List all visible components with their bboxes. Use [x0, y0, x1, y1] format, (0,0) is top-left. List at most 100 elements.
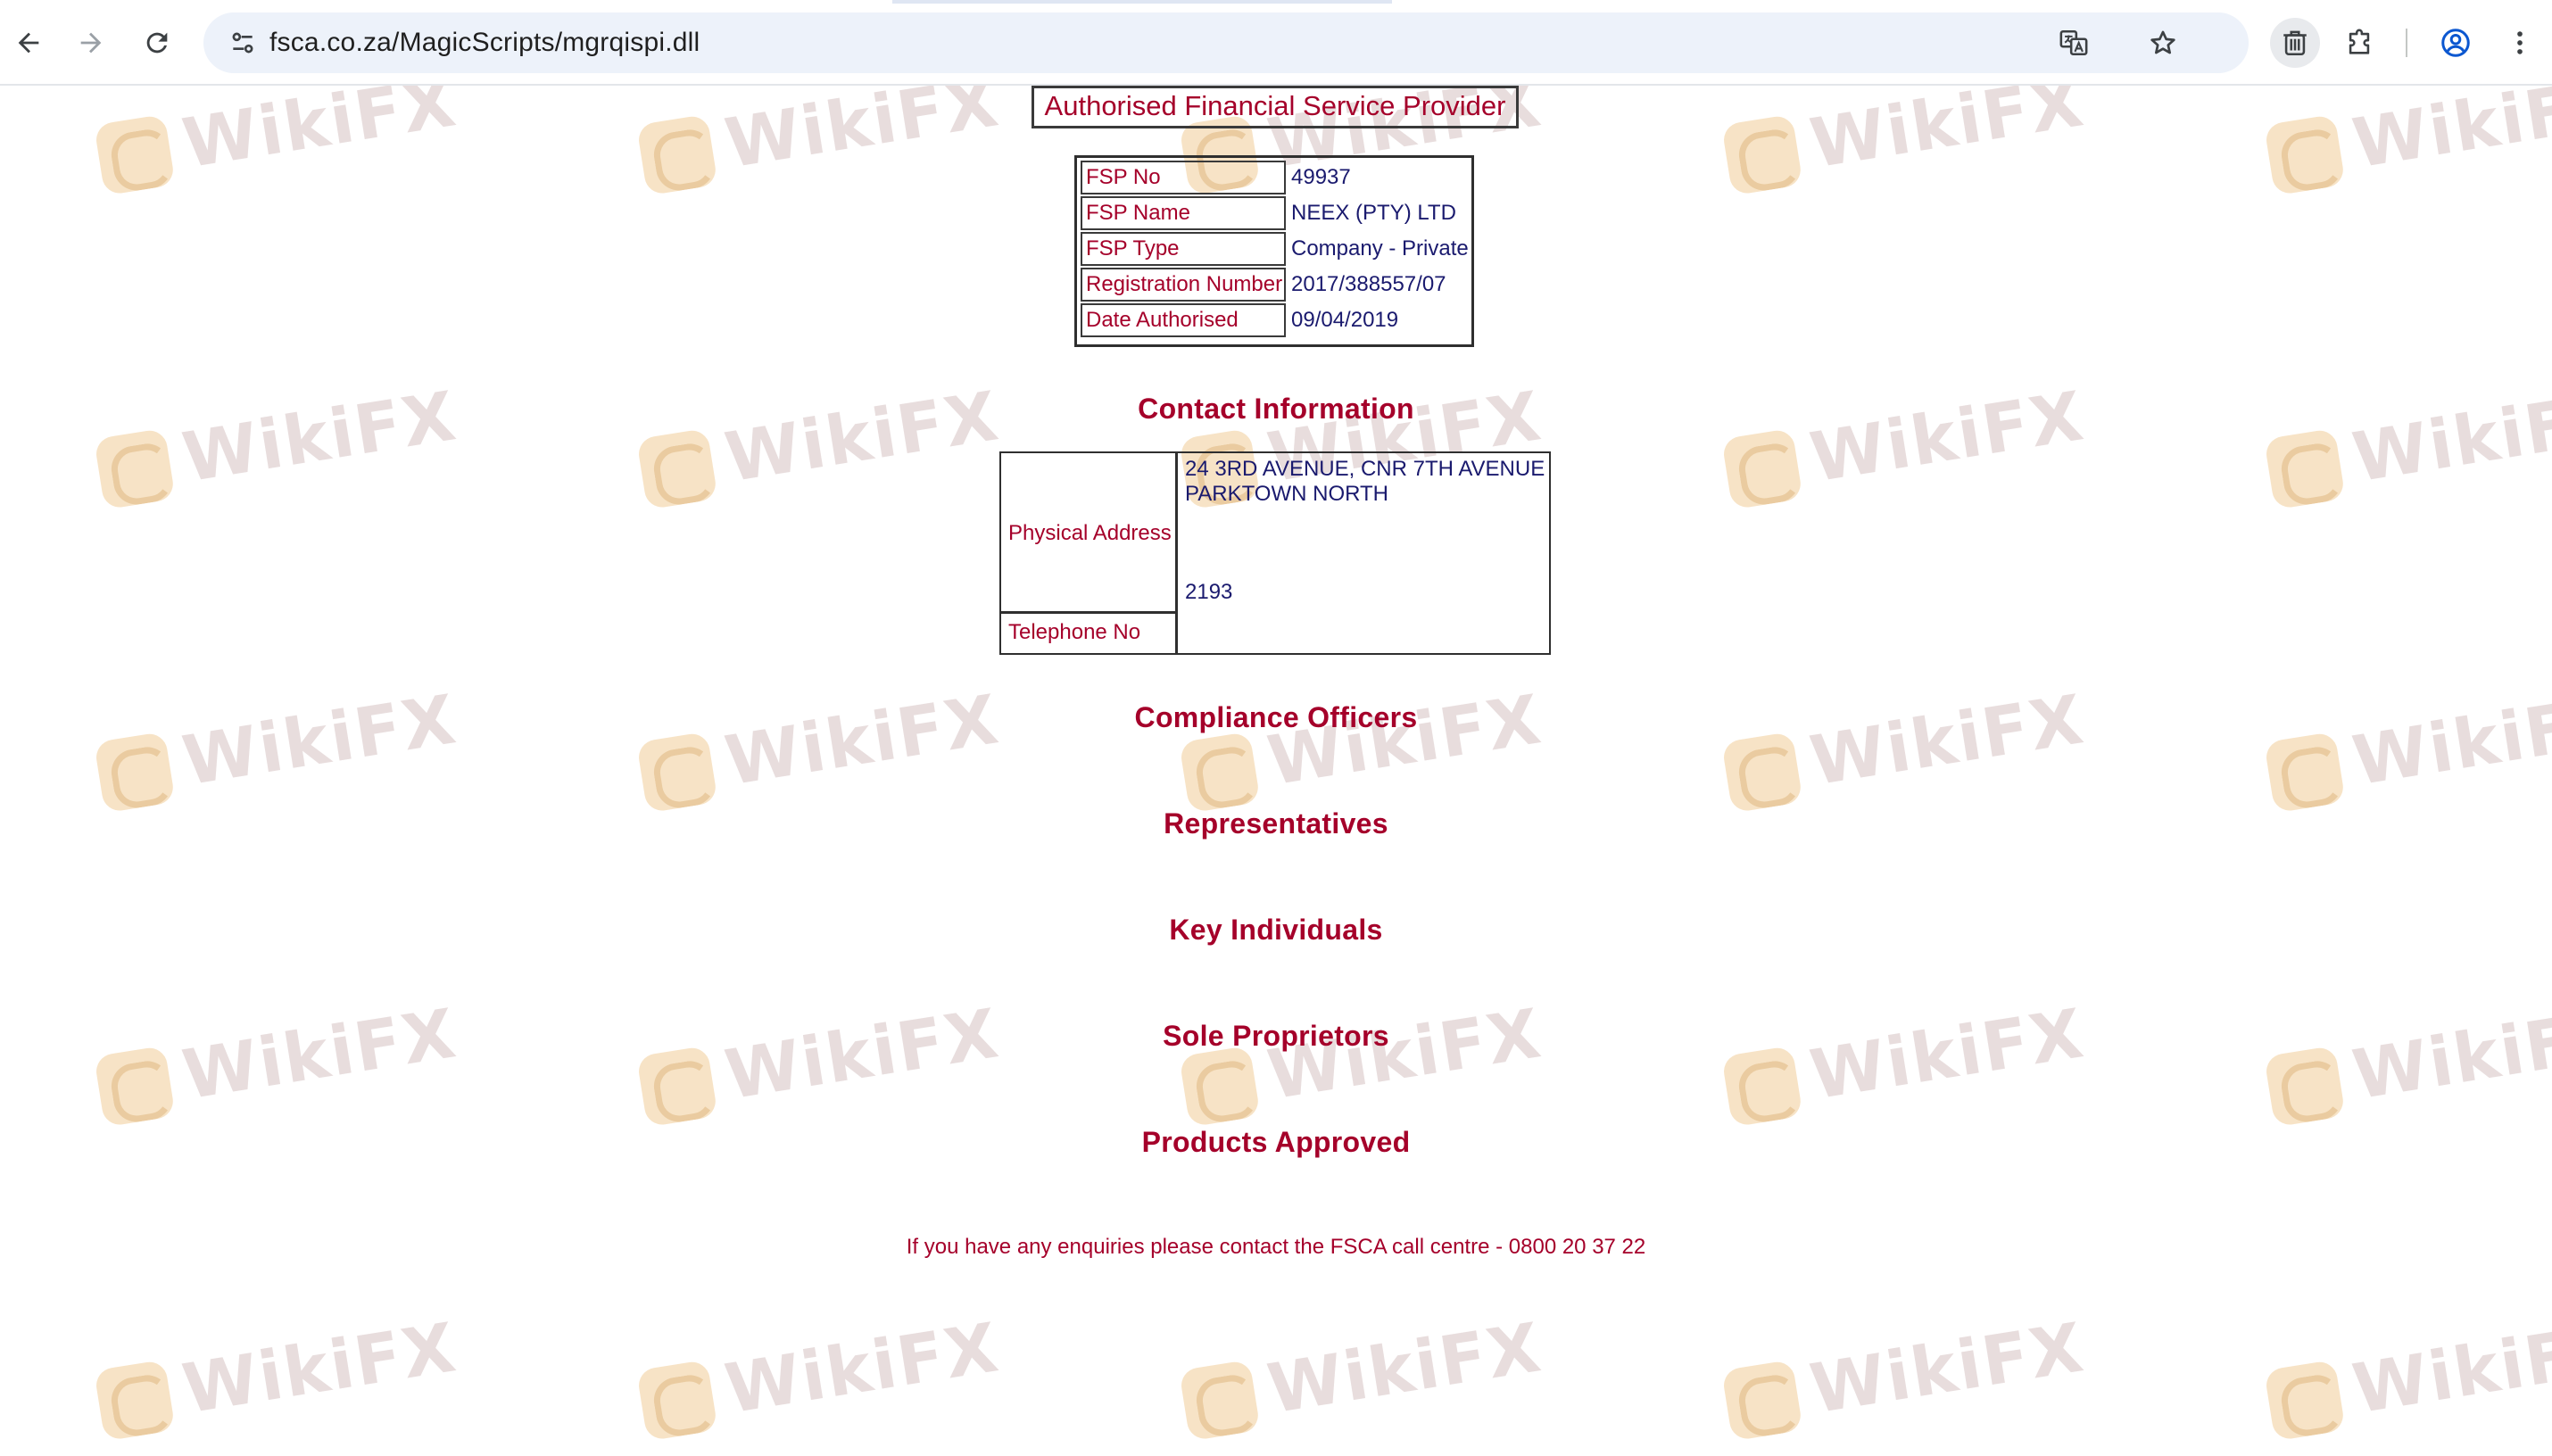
wikifx-watermark: WikiFX — [1718, 988, 2090, 1132]
translate-button[interactable] — [2049, 18, 2099, 68]
back-button[interactable] — [4, 18, 54, 68]
page-content: WikiFX WikiFX WikiFX WikiFX WikiFX WikiFX Wiki… — [0, 86, 2552, 1456]
page-title: Authorised Financial Service Provider — [1032, 86, 1519, 128]
detail-value: NEEX (PTY) LTD — [1291, 201, 1456, 225]
watermark-text: WikiFX — [1262, 993, 1547, 1115]
sole-proprietors-heading: Sole Proprietors — [1163, 1020, 1389, 1052]
wikifx-logo-icon — [636, 731, 718, 814]
toolbar-separator — [2406, 29, 2407, 57]
wikifx-watermark: WikiFX — [633, 674, 1005, 818]
detail-value: Company - Private — [1291, 236, 1469, 261]
wikifx-watermark: WikiFX — [633, 1302, 1005, 1446]
profile-button[interactable] — [2431, 18, 2481, 68]
address-line: PARKTOWN NORTH — [1185, 482, 1389, 506]
wikifx-watermark: WikiFX — [633, 988, 1005, 1132]
enquiries-note: If you have any enquiries please contact… — [906, 1235, 1646, 1259]
representatives-heading: Representatives — [1164, 807, 1388, 840]
wikifx-logo-icon — [636, 113, 718, 196]
extension-button[interactable] — [2270, 18, 2320, 68]
telephone-label: Telephone No — [1001, 614, 1178, 653]
wikifx-logo-icon — [2264, 427, 2346, 510]
wikifx-logo-icon — [1721, 427, 1803, 510]
wikifx-logo-icon — [1179, 1045, 1261, 1128]
watermark-text: WikiFX — [177, 86, 462, 184]
wikifx-watermark: WikiFX — [1718, 674, 2090, 818]
postcode-value: 2193 — [1185, 580, 1233, 604]
watermark-text: WikiFX — [1804, 86, 2090, 184]
url-text[interactable]: fsca.co.za/MagicScripts/mgrqispi.dll — [269, 12, 700, 73]
watermark-text: WikiFX — [2347, 86, 2552, 184]
puzzle-icon — [2349, 29, 2370, 54]
wikifx-logo-icon — [2264, 1045, 2346, 1128]
wikifx-watermark: WikiFX — [90, 988, 462, 1132]
detail-label: Registration Number — [1081, 268, 1286, 302]
address-line: 24 3RD AVENUE, CNR 7TH AVENUE — [1185, 457, 1545, 481]
forward-button[interactable] — [66, 18, 116, 68]
wikifx-logo-icon — [636, 1359, 718, 1442]
wikifx-watermark: WikiFX — [1718, 1302, 2090, 1446]
address-bar[interactable]: fsca.co.za/MagicScripts/mgrqispi.dll — [203, 12, 2249, 73]
site-info-button[interactable] — [218, 18, 268, 68]
watermark-text: WikiFX — [2347, 679, 2552, 801]
star-icon — [2150, 30, 2175, 54]
detail-row: FSP Name NEEX (PTY) LTD — [1081, 196, 1471, 232]
back-arrow-icon — [18, 32, 39, 54]
extensions-button[interactable] — [2334, 18, 2384, 68]
physical-address-label: Physical Address — [1001, 453, 1178, 614]
watermark-text: WikiFX — [1804, 993, 2090, 1115]
wikifx-watermark: WikiFX — [90, 674, 462, 818]
wikifx-logo-icon — [94, 1359, 176, 1442]
wikifx-logo-icon — [94, 113, 176, 196]
browser-menu-button[interactable] — [2495, 18, 2545, 68]
wikifx-watermark: WikiFX — [2260, 86, 2552, 201]
watermark-text: WikiFX — [177, 679, 462, 801]
detail-label: Date Authorised — [1081, 303, 1286, 337]
wikifx-watermark: WikiFX — [1718, 86, 2090, 201]
wikifx-watermark: WikiFX — [1175, 674, 1547, 818]
wikifx-logo-icon — [2264, 1359, 2346, 1442]
watermark-text: WikiFX — [719, 679, 1005, 801]
detail-label: FSP Type — [1081, 232, 1286, 266]
bookmark-button[interactable] — [2138, 18, 2188, 68]
wikifx-logo-icon — [94, 731, 176, 814]
wikifx-logo-icon — [94, 427, 176, 510]
profile-icon — [2441, 29, 2470, 57]
wikifx-logo-icon — [94, 1045, 176, 1128]
watermark-text: WikiFX — [1262, 679, 1547, 801]
wikifx-logo-icon — [1721, 1359, 1803, 1442]
wikifx-logo-icon — [636, 427, 718, 510]
fsp-detail-table: FSP No 49937 FSP Name NEEX (PTY) LTD FSP… — [1074, 155, 1474, 347]
detail-value: 09/04/2019 — [1291, 308, 1399, 332]
browser-toolbar: fsca.co.za/MagicScripts/mgrqispi.dll — [0, 0, 2552, 86]
wikifx-watermark: WikiFX — [633, 86, 1005, 201]
watermark-text: WikiFX — [2347, 993, 2552, 1115]
detail-value: 49937 — [1291, 165, 1351, 189]
wikifx-watermark: WikiFX — [1175, 988, 1547, 1132]
wikifx-logo-icon — [2264, 113, 2346, 196]
detail-value: 2017/388557/07 — [1291, 272, 1446, 296]
tune-icon — [232, 32, 253, 54]
wikifx-logo-icon — [1721, 1045, 1803, 1128]
watermark-text: WikiFX — [177, 1307, 462, 1429]
detail-row: FSP Type Company - Private — [1081, 232, 1471, 268]
detail-row: Date Authorised 09/04/2019 — [1081, 303, 1471, 339]
detail-label: FSP Name — [1081, 196, 1286, 230]
watermark-text: WikiFX — [719, 1307, 1005, 1429]
key-individuals-heading: Key Individuals — [1169, 914, 1383, 946]
trash-can-icon — [2283, 30, 2307, 56]
wikifx-logo-icon — [1179, 731, 1261, 814]
products-approved-heading: Products Approved — [1141, 1126, 1411, 1158]
kebab-menu-icon — [2517, 31, 2523, 54]
wikifx-watermark: WikiFX — [2260, 1302, 2552, 1446]
physical-address-value: 24 3RD AVENUE, CNR 7TH AVENUE PARKTOWN N… — [1185, 457, 1545, 507]
watermark-text: WikiFX — [177, 993, 462, 1115]
wikifx-watermark: WikiFX — [2260, 988, 2552, 1132]
reload-button[interactable] — [132, 18, 182, 68]
watermark-text: WikiFX — [1262, 1307, 1547, 1429]
watermark-text: WikiFX — [719, 993, 1005, 1115]
detail-label: FSP No — [1081, 161, 1286, 194]
wikifx-watermark: WikiFX — [90, 1302, 462, 1446]
page-load-progress — [892, 0, 1392, 4]
forward-arrow-icon — [80, 32, 102, 54]
wikifx-logo-icon — [636, 1045, 718, 1128]
